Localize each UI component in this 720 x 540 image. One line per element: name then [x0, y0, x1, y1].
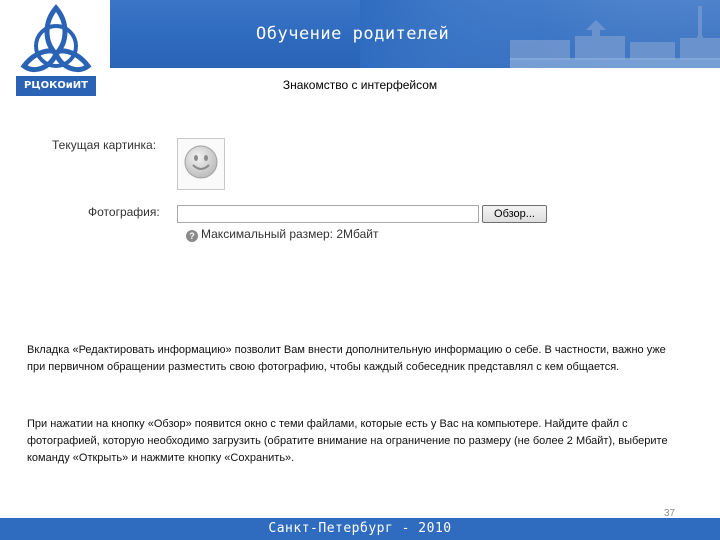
current-picture-label: Текущая картинка: [52, 138, 157, 152]
slide-header-title: Обучение родителей [256, 24, 450, 44]
avatar [177, 138, 225, 190]
max-size-hint: Максимальный размер: 2Мбайт [201, 227, 379, 241]
slide-footer: Санкт-Петербург - 2010 [0, 518, 720, 540]
slide-subtitle: Знакомство с интерфейсом [282, 78, 438, 92]
smiley-avatar-icon [184, 145, 218, 179]
photo-label: Фотография: [88, 205, 160, 219]
footer-text: Санкт-Петербург - 2010 [268, 521, 452, 536]
slide-header: Обучение родителей РЦОКОиИТ Знакомство с… [0, 0, 720, 108]
help-icon[interactable]: ? [186, 230, 198, 242]
description-paragraph-2: При нажатии на кнопку «Обзор» появится о… [27, 418, 668, 464]
logo-trefoil-icon [20, 4, 92, 72]
photo-file-input[interactable] [177, 205, 479, 223]
description-paragraph-1: Вкладка «Редактировать информацию» позво… [27, 344, 666, 373]
browse-button[interactable]: Обзор... [482, 205, 547, 223]
